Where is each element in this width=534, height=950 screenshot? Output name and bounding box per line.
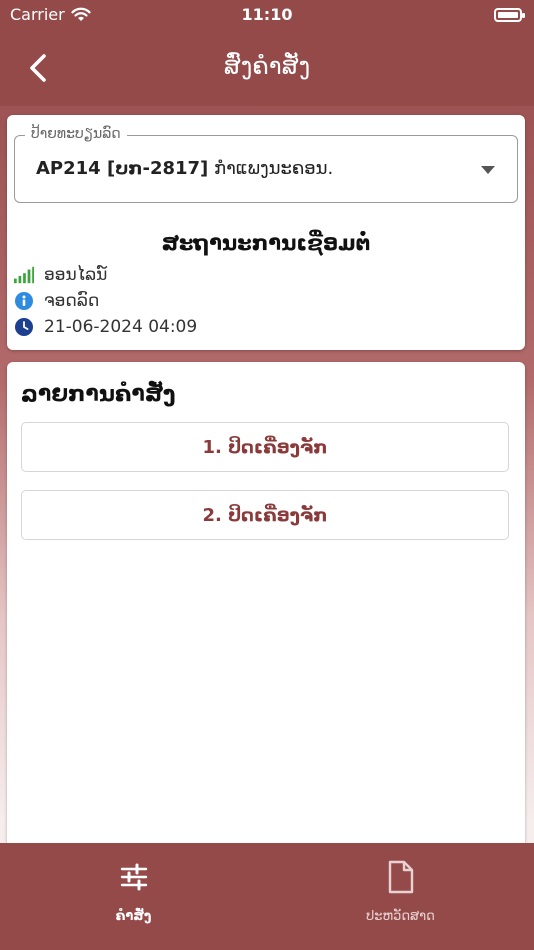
- clock-icon: [14, 317, 34, 337]
- sliders-icon: [120, 863, 148, 891]
- nav-bar: ສົ່ງຄຳສັ່ງ: [0, 30, 534, 106]
- vehicle-select-value: AP214 [ບກ-2817] ກຳແພງນະຄອນ.: [36, 158, 333, 179]
- timestamp-text: 21-06-2024 04:09: [44, 317, 198, 337]
- vehicle-card: ປ້າຍທະບຽນລົດ AP214 [ບກ-2817] ກຳແພງນະຄອນ.…: [7, 115, 525, 350]
- command-button-2[interactable]: 2. ປິດເຄື່ອງຈັກ: [21, 490, 509, 540]
- vehicle-select-label: ປ້າຍທະບຽນລົດ: [25, 126, 127, 142]
- status-bar: Carrier 11:10: [0, 0, 534, 30]
- document-icon: [388, 860, 414, 894]
- tab-commands[interactable]: ຄຳສັ່ງ: [0, 843, 267, 950]
- tab-history-label: ປະຫວັດສາດ: [366, 909, 435, 924]
- tab-history[interactable]: ປະຫວັດສາດ: [267, 843, 534, 950]
- ignition-status-row: ຈອດລົດ: [14, 291, 99, 311]
- tab-bar: ຄຳສັ່ງ ປະຫວັດສາດ: [0, 843, 534, 950]
- plate-code: AP214 [ບກ-2817]: [36, 158, 209, 179]
- command-button-1[interactable]: 1. ປິດເຄື່ອງຈັກ: [21, 422, 509, 472]
- status-time: 11:10: [241, 5, 293, 24]
- vehicle-select[interactable]: ປ້າຍທະບຽນລົດ AP214 [ບກ-2817] ກຳແພງນະຄອນ.: [14, 126, 518, 203]
- ignition-status-text: ຈອດລົດ: [44, 291, 100, 311]
- tab-commands-label: ຄຳສັ່ງ: [115, 909, 152, 924]
- connection-status-row: ອອນໄລນ໌: [14, 265, 107, 285]
- timestamp-row: 21-06-2024 04:09: [14, 317, 197, 337]
- vehicle-location: ກຳແພງນະຄອນ.: [214, 158, 334, 179]
- command-list-card: ລາຍການຄຳສັ່ງ 1. ປິດເຄື່ອງຈັກ 2. ປິດເຄື່ອ…: [7, 362, 525, 862]
- battery-icon: [494, 8, 525, 22]
- page-title: ສົ່ງຄຳສັ່ງ: [223, 52, 311, 80]
- connection-title: ສະຖານະການເຊື່ອມຕໍ່: [161, 231, 371, 255]
- command-list-title: ລາຍການຄຳສັ່ງ: [21, 382, 176, 407]
- connection-status-text: ອອນໄລນ໌: [44, 265, 108, 285]
- caret-down-icon: [481, 166, 495, 174]
- info-icon: [14, 291, 34, 311]
- signal-icon: [14, 265, 34, 285]
